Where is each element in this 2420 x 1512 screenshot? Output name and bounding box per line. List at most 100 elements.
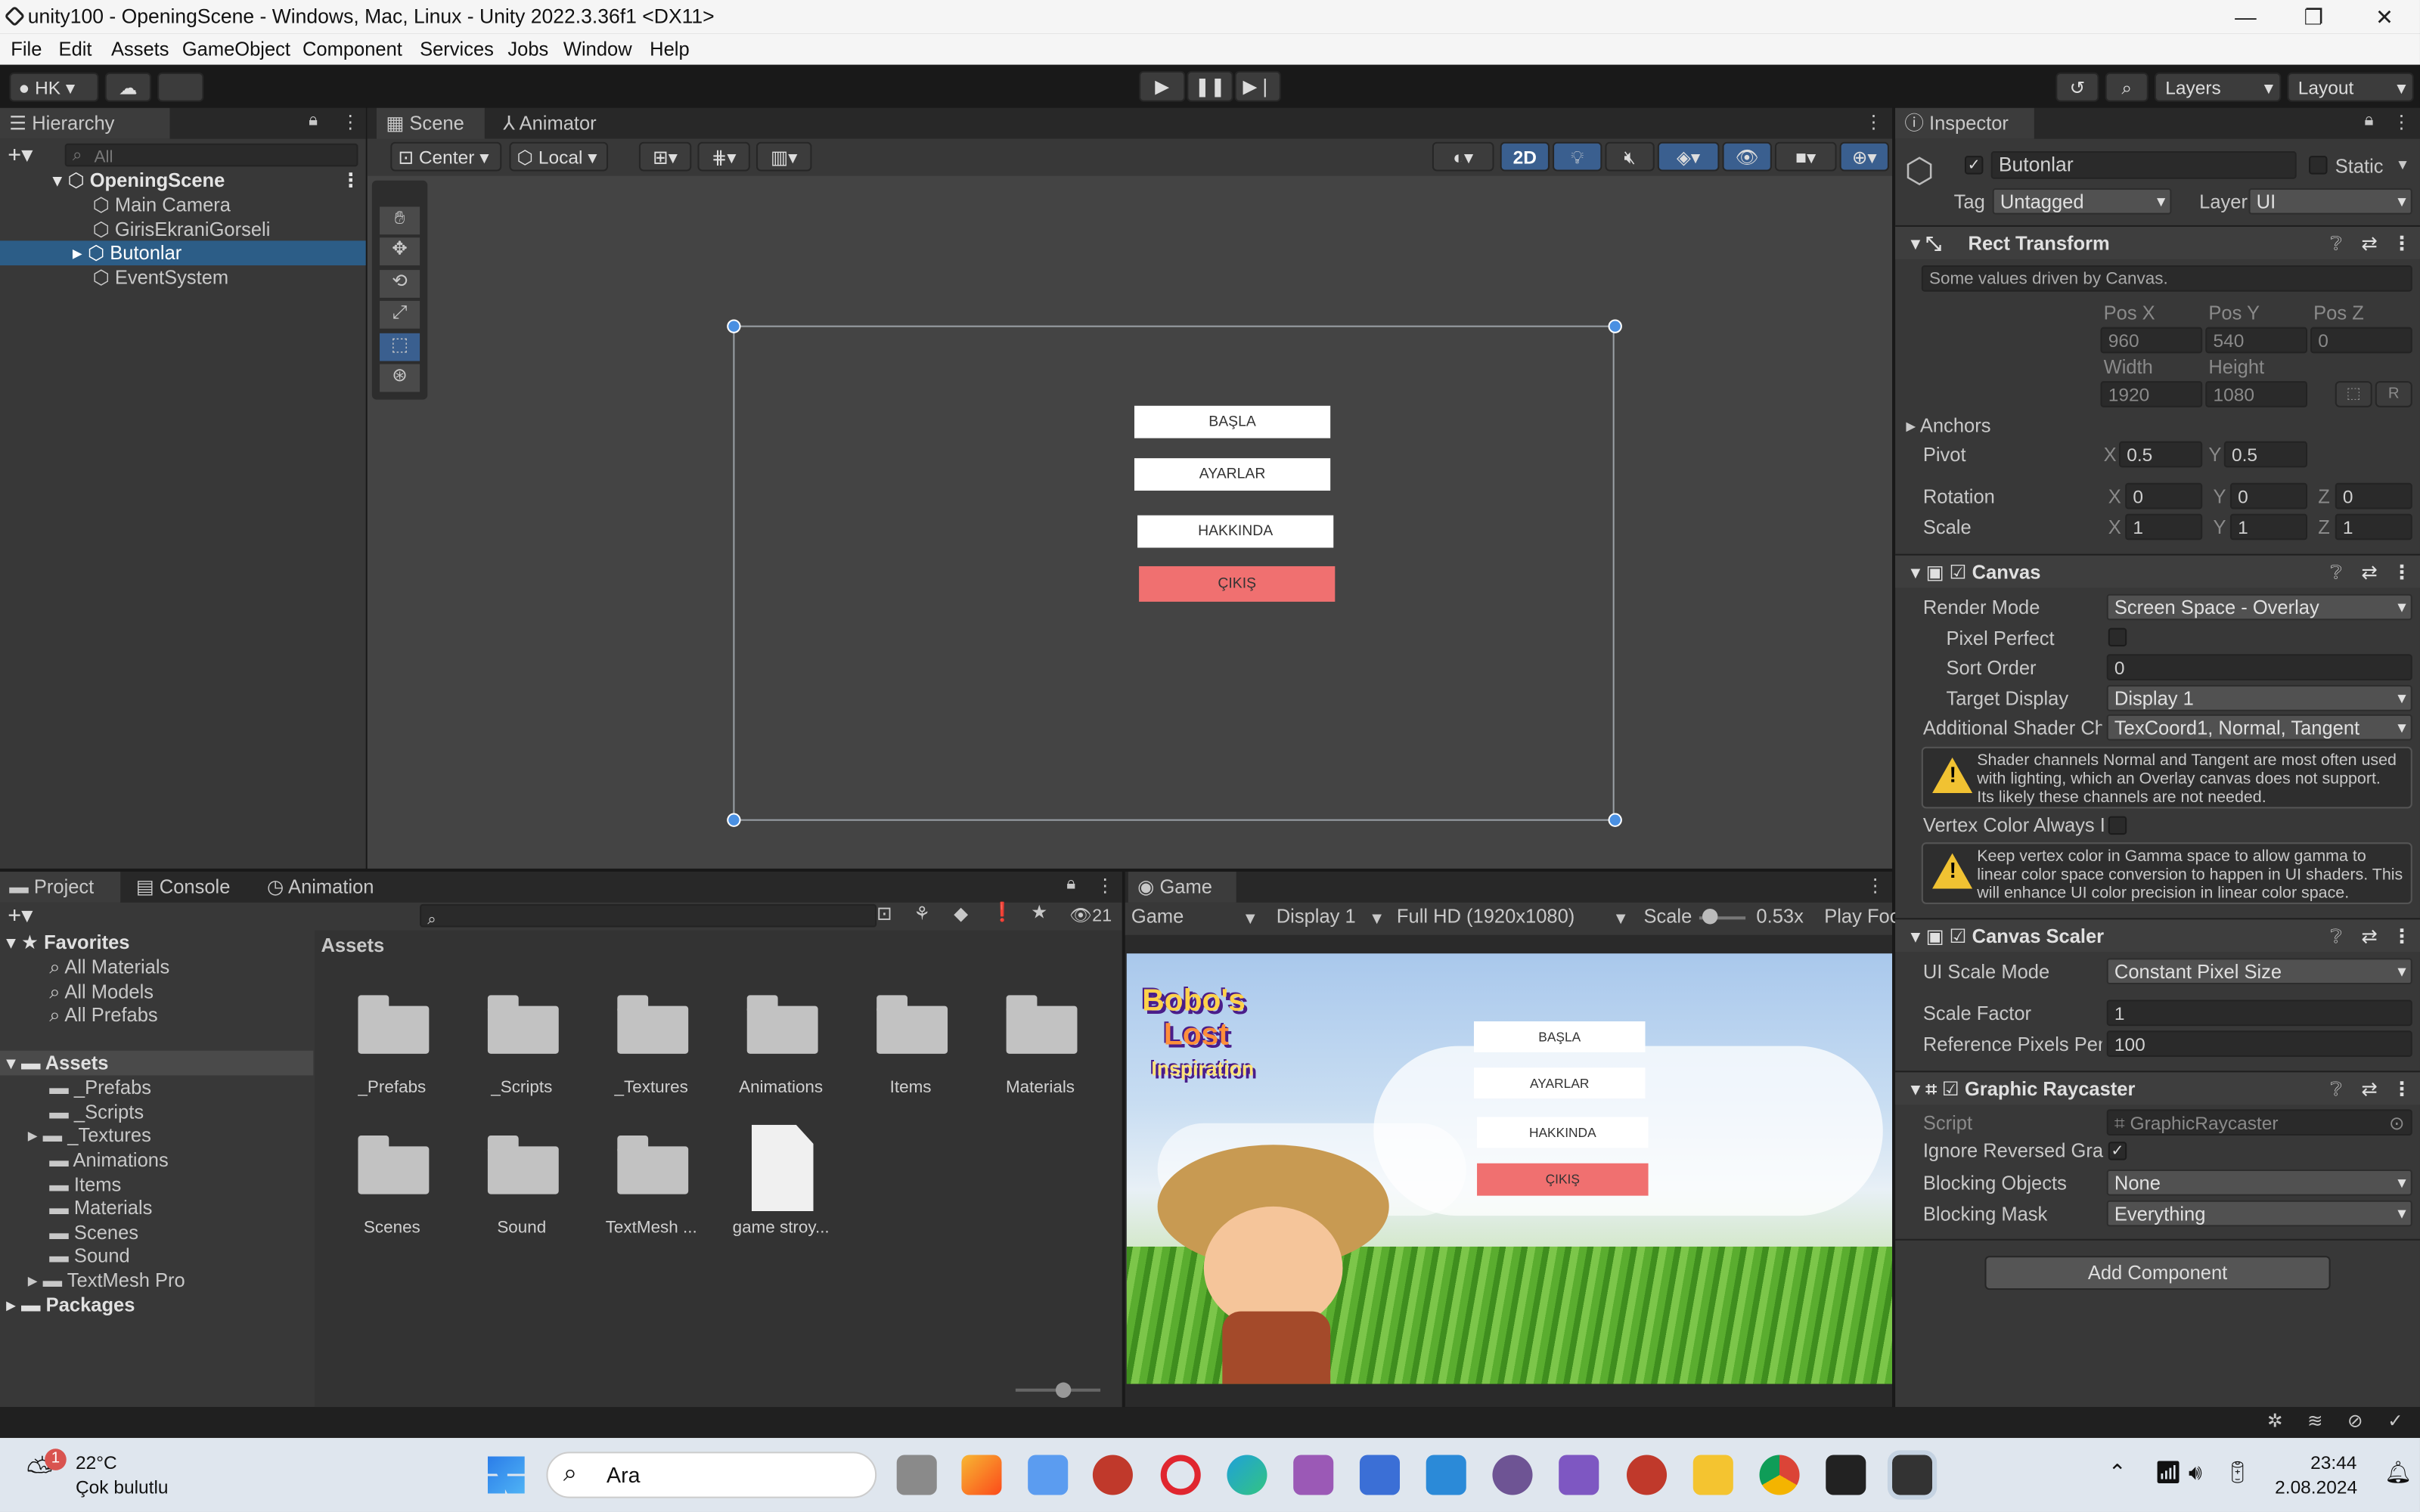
folder-icon[interactable] — [487, 995, 559, 1054]
game-button-ayarlar[interactable]: AYARLAR — [1473, 1067, 1646, 1099]
tag-dropdown[interactable]: Untagged — [1992, 187, 2172, 215]
preset-icon[interactable]: ⇄ — [2361, 919, 2377, 953]
hierarchy-item-eventsystem[interactable]: ⬡ EventSystem — [0, 265, 366, 290]
clock-time[interactable]: 23:44 — [2310, 1452, 2356, 1473]
gizmos-button[interactable]: ⊕▾ — [1839, 141, 1889, 172]
folder-scripts[interactable]: ▬ _Scripts — [0, 1100, 144, 1125]
audio-button[interactable]: 🔇︎ — [1605, 141, 1655, 172]
folder-items[interactable]: ▬ Items — [0, 1173, 121, 1198]
folder-sound[interactable]: ▬ Sound — [0, 1244, 129, 1269]
visual-studio-icon[interactable] — [1559, 1455, 1599, 1495]
preset-icon[interactable]: ⇄ — [2361, 227, 2377, 261]
panel-menu-icon[interactable]: ⋮ — [1096, 875, 1114, 897]
file-explorer-icon[interactable] — [1692, 1455, 1733, 1495]
enabled-checkbox[interactable]: ☑ — [1950, 925, 1967, 947]
clock-date[interactable]: 2.08.2024 — [2275, 1476, 2357, 1498]
create-button[interactable]: +▾ — [8, 901, 33, 929]
scale-y-field[interactable]: 1 — [2229, 513, 2307, 541]
pivot-y-field[interactable]: 0.5 — [2223, 441, 2307, 468]
grid-snap-button[interactable]: ⊞▾ — [638, 141, 692, 172]
display-dropdown[interactable]: Display 1 ▾ — [1277, 906, 1388, 929]
lighting-button[interactable]: 💡︎ — [1553, 141, 1602, 172]
task-view-icon[interactable] — [896, 1455, 937, 1495]
menu-edit[interactable]: Edit — [59, 34, 92, 65]
search-button[interactable]: ⌕ — [2105, 72, 2149, 102]
posy-field[interactable]: 540 — [2205, 327, 2307, 354]
slider-thumb[interactable] — [1055, 1382, 1072, 1398]
folder-textmesh-pro[interactable]: ▸ ▬ TextMesh Pro — [0, 1269, 185, 1294]
unity-hub-icon[interactable] — [1826, 1455, 1866, 1495]
folder-icon[interactable] — [487, 1136, 559, 1194]
scale-slider-thumb[interactable] — [1702, 909, 1718, 925]
enabled-checkbox[interactable]: ☑ — [1942, 1079, 1959, 1101]
photos-app-icon[interactable] — [961, 1455, 1002, 1495]
hierarchy-item-butonlar[interactable]: ▸ ⬡ Butonlar — [0, 240, 366, 266]
menu-help[interactable]: Help — [650, 34, 689, 65]
raw-edit-button[interactable]: R — [2375, 381, 2412, 407]
help-icon[interactable]: ❔︎ — [2331, 556, 2342, 590]
static-checkbox[interactable] — [2309, 156, 2328, 175]
resolution-dropdown[interactable]: Full HD (1920x1080) ▾ — [1397, 906, 1631, 929]
blueprint-button[interactable]: ⬚ — [2335, 381, 2372, 407]
edge-browser-icon[interactable] — [1227, 1455, 1267, 1495]
menu-services[interactable]: Services — [420, 34, 494, 65]
ui-scale-mode-dropdown[interactable]: Constant Pixel Size — [2106, 958, 2412, 985]
account-dropdown[interactable]: ● HK ▾ — [9, 72, 99, 102]
tab-hierarchy[interactable]: ☰ Hierarchy — [0, 107, 170, 139]
rect-handle[interactable] — [1608, 813, 1622, 827]
tab-project[interactable]: ▬ Project — [0, 872, 121, 903]
app-icon[interactable] — [1627, 1455, 1668, 1495]
hierarchy-item-girisekranigorseli[interactable]: ⬡ GirisEkraniGorseli — [0, 218, 366, 243]
add-component-button[interactable]: Add Component — [1984, 1256, 2331, 1290]
tab-animator[interactable]: ⅄ Animator — [494, 108, 617, 139]
shading-mode-button[interactable]: ◐▾ — [1432, 141, 1494, 172]
anchors-foldout[interactable]: ▸ Anchors — [1906, 414, 1990, 438]
folder-animations[interactable]: ▬ Animations — [0, 1148, 168, 1173]
rect-tool-icon[interactable]: ⬚ — [380, 333, 420, 361]
folder-icon[interactable] — [358, 1136, 430, 1194]
rotation-y-field[interactable]: 0 — [2229, 482, 2307, 510]
scale-tool-icon[interactable]: ⤢ — [380, 300, 420, 329]
cloud-button[interactable]: ☁ — [104, 72, 151, 102]
folder-scenes[interactable]: ▬ Scenes — [0, 1220, 138, 1245]
hierarchy-search-input[interactable]: ⌕ All — [64, 143, 358, 167]
warning-filter-icon[interactable]: ❗ — [991, 901, 1014, 923]
layer-dropdown[interactable]: UI — [2248, 187, 2412, 215]
scale-z-field[interactable]: 1 — [2335, 513, 2412, 541]
render-mode-dropdown[interactable]: Screen Space - Overlay — [2106, 593, 2412, 621]
folder-icon[interactable] — [617, 995, 689, 1054]
search-by-type-icon[interactable]: ⊡ — [876, 903, 892, 925]
maximize-button[interactable]: ❐ — [2278, 0, 2349, 34]
menu-file[interactable]: File — [11, 34, 42, 65]
transform-tool-icon[interactable]: ⊛ — [380, 364, 420, 392]
taskbar-search-input[interactable]: ⌕ Ara — [546, 1452, 877, 1498]
blocking-objects-dropdown[interactable]: None — [2106, 1169, 2412, 1196]
favorite-all-models[interactable]: ⌕ All Models — [0, 980, 154, 1005]
folder-icon[interactable] — [1006, 995, 1078, 1054]
section-menu-icon[interactable]: ⋮ — [2392, 919, 2412, 953]
tab-inspector[interactable]: ⓘ Inspector — [1895, 107, 2034, 139]
sort-order-field[interactable]: 0 — [2106, 654, 2412, 680]
wifi-icon[interactable]: 📶︎ — [2155, 1460, 2182, 1486]
scene-button-basla[interactable]: BAŞLA — [1134, 405, 1331, 438]
step-button[interactable]: ▶❘ — [1234, 70, 1281, 102]
game-view-dropdown[interactable]: Game ▾ — [1131, 906, 1261, 929]
canvas-scaler-header[interactable]: ▾ ▣ ☑ Canvas Scaler ❔︎ ⇄ ⋮ — [1895, 918, 2420, 953]
lock-icon[interactable]: 🔒︎ — [2365, 111, 2374, 132]
section-menu-icon[interactable]: ⋮ — [2392, 556, 2412, 590]
tab-game[interactable]: ◉ Game — [1128, 872, 1236, 903]
menu-component[interactable]: Component — [302, 34, 402, 65]
scene-visibility-button[interactable]: 👁︎ — [1722, 141, 1772, 172]
foldout-arrow-icon[interactable]: ▸ — [73, 242, 82, 264]
favorites-row[interactable]: ▾ ★ Favorites — [0, 931, 129, 956]
remote-desktop-icon[interactable] — [1426, 1455, 1466, 1495]
lock-icon[interactable]: 🔒︎ — [1066, 875, 1075, 895]
canvas-header[interactable]: ▾ ▣ ☑ Canvas ❔︎ ⇄ ⋮ — [1895, 553, 2420, 590]
rect-transform-header[interactable]: ▾ ⤡ Rect Transform ❔︎ ⇄ ⋮ — [1895, 225, 2420, 259]
folder-prefabs[interactable]: ▬ _Prefabs — [0, 1075, 151, 1100]
rect-handle[interactable] — [1608, 319, 1622, 333]
tab-animation[interactable]: ◷ Animation — [258, 872, 397, 903]
object-name-field[interactable]: Butonlar — [1990, 150, 2297, 179]
effects-button[interactable]: ◈▾ — [1657, 141, 1720, 172]
active-checkbox[interactable]: ✓ — [1964, 156, 1984, 175]
